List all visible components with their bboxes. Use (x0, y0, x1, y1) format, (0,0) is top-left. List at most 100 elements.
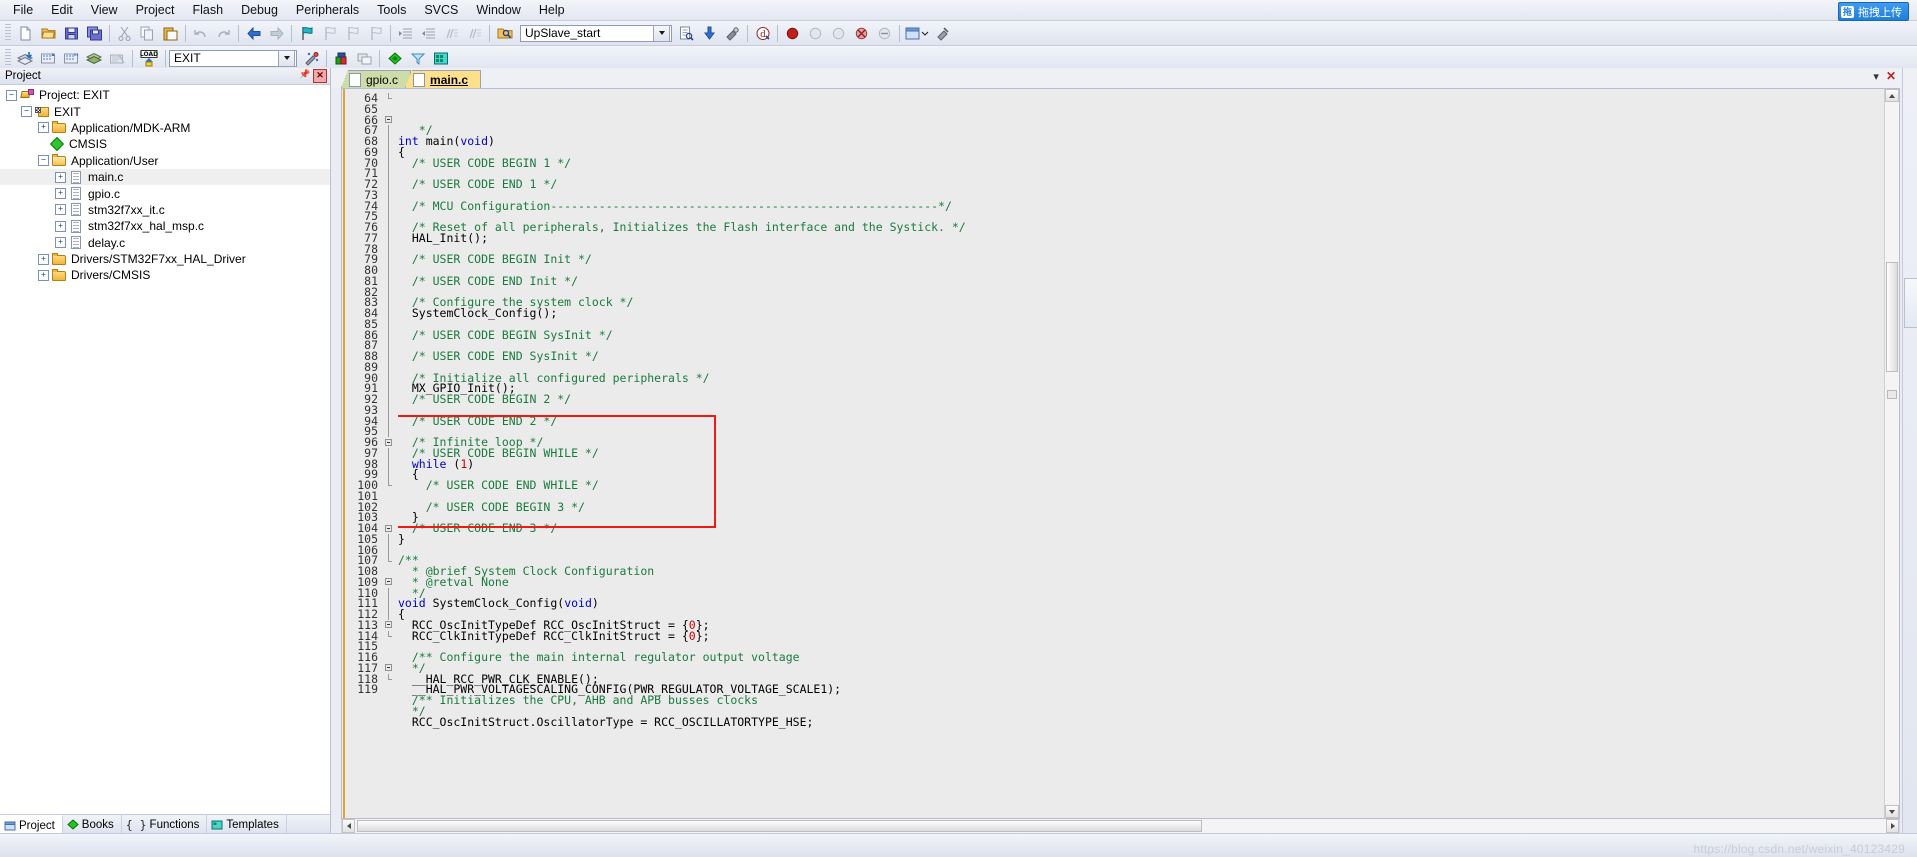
menu-project[interactable]: Project (127, 1, 184, 19)
save-all-icon[interactable] (83, 22, 106, 45)
indent-icon[interactable] (394, 22, 417, 45)
scroll-left-button[interactable] (342, 819, 355, 833)
editor-vertical-scrollbar[interactable] (1884, 89, 1899, 818)
configuration-wizard-icon[interactable] (931, 22, 954, 45)
upload-badge[interactable]: 拖 拖拽上传 (1837, 2, 1909, 21)
code-folding-gutter[interactable] (382, 89, 398, 818)
expander-icon[interactable]: + (55, 204, 66, 216)
bookmark-prev-icon[interactable] (318, 22, 341, 45)
target-combo-chevron-down-icon[interactable] (278, 49, 295, 67)
scroll-track[interactable] (1885, 102, 1899, 805)
manage-runtime-icon[interactable] (330, 47, 353, 70)
tree-item-main-c[interactable]: + main.c (0, 168, 330, 186)
bookmark-next-icon[interactable] (341, 22, 364, 45)
tree-item-project-root[interactable]: − Project: EXIT (0, 87, 330, 103)
debug-stop-icon[interactable] (781, 22, 804, 45)
bookmark-toggle-icon[interactable] (295, 22, 318, 45)
scroll-down-button[interactable] (1885, 805, 1899, 818)
expander-icon[interactable]: + (55, 171, 66, 183)
tree-item-stm32f7xx-it-c[interactable]: + stm32f7xx_it.c (0, 202, 330, 218)
menu-debug[interactable]: Debug (232, 1, 287, 19)
tree-item-application-mdk-arm[interactable]: + Application/MDK-ARM (0, 120, 330, 136)
undo-icon[interactable] (189, 22, 212, 45)
tree-item-target-exit[interactable]: − EXIT (0, 103, 330, 119)
new-file-icon[interactable] (14, 22, 37, 45)
templates-icon[interactable] (429, 47, 452, 70)
expander-icon[interactable]: + (55, 220, 66, 232)
navigate-forward-icon[interactable] (265, 22, 288, 45)
expander-icon[interactable]: + (55, 237, 66, 249)
tree-item-delay-c[interactable]: + delay.c (0, 235, 330, 251)
tab-functions[interactable]: { } Functions (122, 815, 208, 834)
fold-marker[interactable] (382, 437, 398, 448)
comment-icon[interactable] (440, 22, 463, 45)
configure-icon[interactable] (721, 22, 744, 45)
tree-item-drivers-stm32f7xx-hal-driver[interactable]: + Drivers/STM32F7xx_HAL_Driver (0, 251, 330, 267)
toolbar-grip-icon[interactable] (5, 49, 11, 67)
fold-marker[interactable] (382, 577, 398, 588)
breakpoint-all-icon[interactable] (827, 22, 850, 45)
menu-file[interactable]: File (4, 1, 42, 19)
menu-tools[interactable]: Tools (368, 1, 415, 19)
scroll-thumb[interactable] (1886, 262, 1898, 372)
right-dock-strip[interactable] (1902, 68, 1917, 834)
redo-icon[interactable] (212, 22, 235, 45)
kill-breakpoints-icon[interactable] (850, 22, 873, 45)
menu-window[interactable]: Window (467, 1, 529, 19)
multi-project-icon[interactable] (353, 47, 376, 70)
navigate-back-icon[interactable] (242, 22, 265, 45)
find-combo-chevron-down-icon[interactable] (653, 24, 670, 42)
functions-icon[interactable] (406, 47, 429, 70)
tree-item-drivers-cmsis[interactable]: + Drivers/CMSIS (0, 267, 330, 283)
find-in-files-icon[interactable] (493, 22, 516, 45)
expander-icon[interactable]: + (55, 188, 66, 200)
copy-icon[interactable] (136, 22, 159, 45)
target-options-icon[interactable] (300, 47, 323, 70)
find-icon[interactable] (675, 22, 698, 45)
expander-icon[interactable]: + (38, 122, 49, 134)
expander-icon[interactable]: − (6, 89, 17, 101)
right-dock-tab[interactable] (1904, 278, 1917, 328)
tab-books[interactable]: Books (63, 815, 122, 834)
load-icon[interactable]: LOAD (136, 47, 162, 70)
editor-tab-main-c[interactable]: main.c (405, 70, 482, 88)
hscroll-track[interactable] (355, 819, 1886, 833)
tabstrip-close-icon[interactable]: ✕ (1886, 69, 1896, 83)
books-icon[interactable] (383, 47, 406, 70)
tab-templates[interactable]: Templates (207, 815, 287, 834)
menu-svcs[interactable]: SVCS (415, 1, 467, 19)
window-layout-icon[interactable] (903, 22, 931, 45)
breakpoint-disabled-icon[interactable] (804, 22, 827, 45)
open-file-icon[interactable] (37, 22, 60, 45)
bookmark-clear-icon[interactable] (364, 22, 387, 45)
menu-edit[interactable]: Edit (42, 1, 82, 19)
scroll-right-button[interactable] (1886, 819, 1899, 833)
outdent-icon[interactable] (417, 22, 440, 45)
expander-icon[interactable]: − (38, 155, 49, 167)
fold-marker[interactable] (382, 523, 398, 534)
editor-horizontal-scrollbar[interactable] (341, 819, 1900, 834)
fold-marker[interactable] (382, 115, 398, 126)
menu-help[interactable]: Help (530, 1, 574, 19)
hscroll-thumb[interactable] (357, 820, 1202, 832)
find-combo[interactable]: UpSlave_start (520, 24, 672, 42)
close-icon[interactable]: ✕ (313, 69, 327, 83)
cut-icon[interactable] (113, 22, 136, 45)
tabstrip-chevron-down-icon[interactable]: ▾ (1873, 70, 1879, 83)
menu-view[interactable]: View (82, 1, 127, 19)
code-text[interactable]: */int main(void){ /* USER CODE BEGIN 1 *… (398, 89, 1884, 818)
editor-tab-gpio-c[interactable]: gpio.c (341, 70, 412, 88)
toolbar-grip-icon[interactable] (5, 24, 11, 42)
tree-item-application-user[interactable]: − Application/User (0, 153, 330, 169)
disable-breakpoints-icon[interactable] (873, 22, 896, 45)
target-combo[interactable]: EXIT (169, 49, 297, 67)
pin-icon[interactable]: 📌 (299, 69, 310, 80)
batch-build-icon[interactable] (60, 47, 83, 70)
translate-icon[interactable] (83, 47, 106, 70)
debug-start-icon[interactable]: d (751, 22, 774, 45)
expander-icon[interactable]: + (38, 253, 49, 265)
uncomment-icon[interactable] (463, 22, 486, 45)
rebuild-icon[interactable] (37, 47, 60, 70)
menu-flash[interactable]: Flash (183, 1, 232, 19)
fold-marker[interactable] (382, 620, 398, 631)
